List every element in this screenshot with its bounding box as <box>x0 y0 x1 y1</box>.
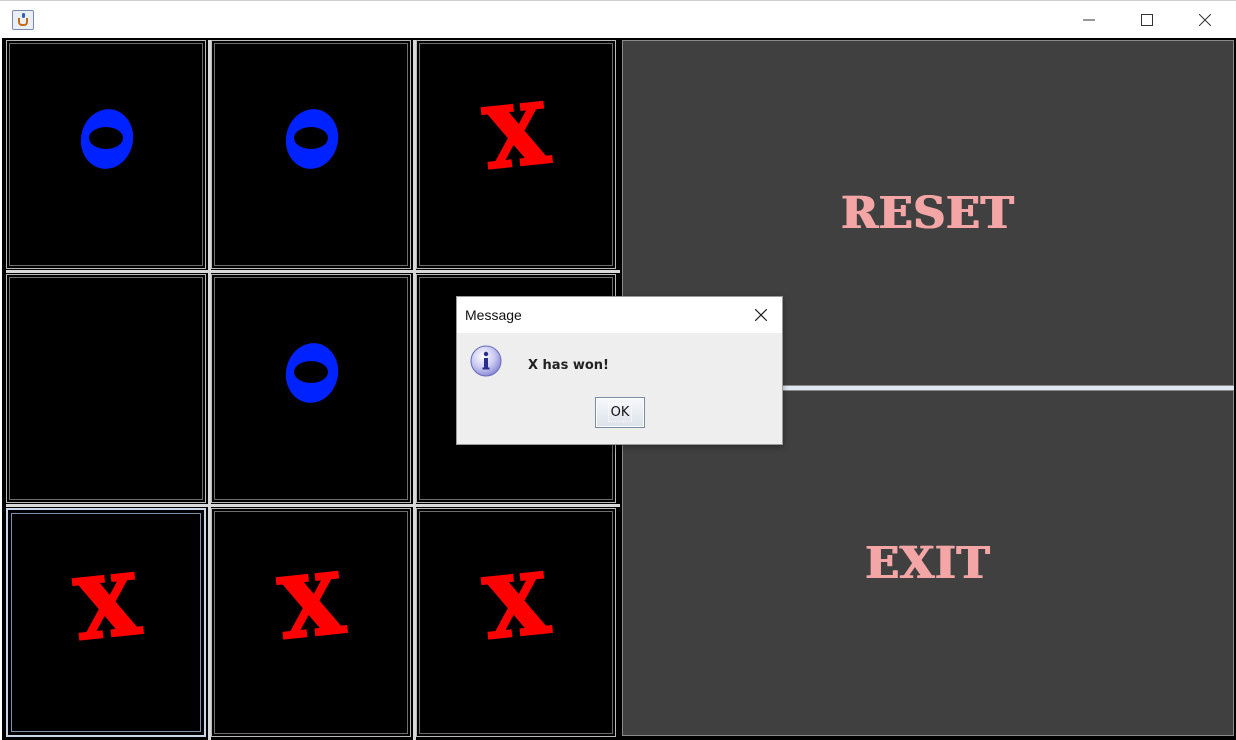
dialog-title: Message <box>465 307 522 323</box>
maximize-icon <box>1141 14 1153 26</box>
x-mark-icon: X <box>70 555 147 660</box>
o-mark-icon <box>285 109 339 169</box>
minimize-icon <box>1083 19 1095 21</box>
svg-text:X: X <box>480 556 554 658</box>
message-dialog: Message X has won! OK <box>456 296 783 445</box>
board-divider <box>6 270 620 273</box>
board-cell-3-2[interactable]: X <box>211 508 411 737</box>
close-icon <box>1199 14 1211 26</box>
reset-button-label: RESET <box>841 187 1015 239</box>
board-cell-1-2[interactable] <box>211 40 411 269</box>
dialog-close-button[interactable] <box>744 299 778 331</box>
exit-button-label: EXIT <box>865 537 991 589</box>
x-mark-icon: X <box>479 84 556 189</box>
o-mark-icon <box>80 109 134 169</box>
board-cell-2-2[interactable] <box>211 274 411 503</box>
board-cell-1-1[interactable] <box>6 40 206 269</box>
ok-button[interactable]: OK <box>595 397 645 428</box>
x-mark-icon: X <box>479 554 556 659</box>
window-titlebar <box>0 0 1236 38</box>
board-cell-3-3[interactable]: X <box>416 508 616 737</box>
dialog-titlebar: Message <box>457 297 782 333</box>
x-mark-icon: X <box>274 554 351 659</box>
board-divider <box>6 504 620 507</box>
board-cell-1-3[interactable]: X <box>416 40 616 269</box>
dialog-message: X has won! <box>528 358 609 373</box>
board-cell-3-1[interactable]: X <box>6 508 206 737</box>
close-icon <box>755 309 767 321</box>
svg-text:X: X <box>71 557 145 659</box>
close-button[interactable] <box>1176 1 1234 39</box>
ok-button-label: OK <box>607 403 633 422</box>
o-mark-icon <box>285 343 339 403</box>
java-cup-icon[interactable] <box>12 10 34 30</box>
svg-text:X: X <box>275 556 349 658</box>
board-cell-2-1[interactable] <box>6 274 206 503</box>
svg-text:X: X <box>480 86 554 188</box>
maximize-button[interactable] <box>1118 1 1176 39</box>
information-icon <box>470 345 502 377</box>
minimize-button[interactable] <box>1060 1 1118 39</box>
